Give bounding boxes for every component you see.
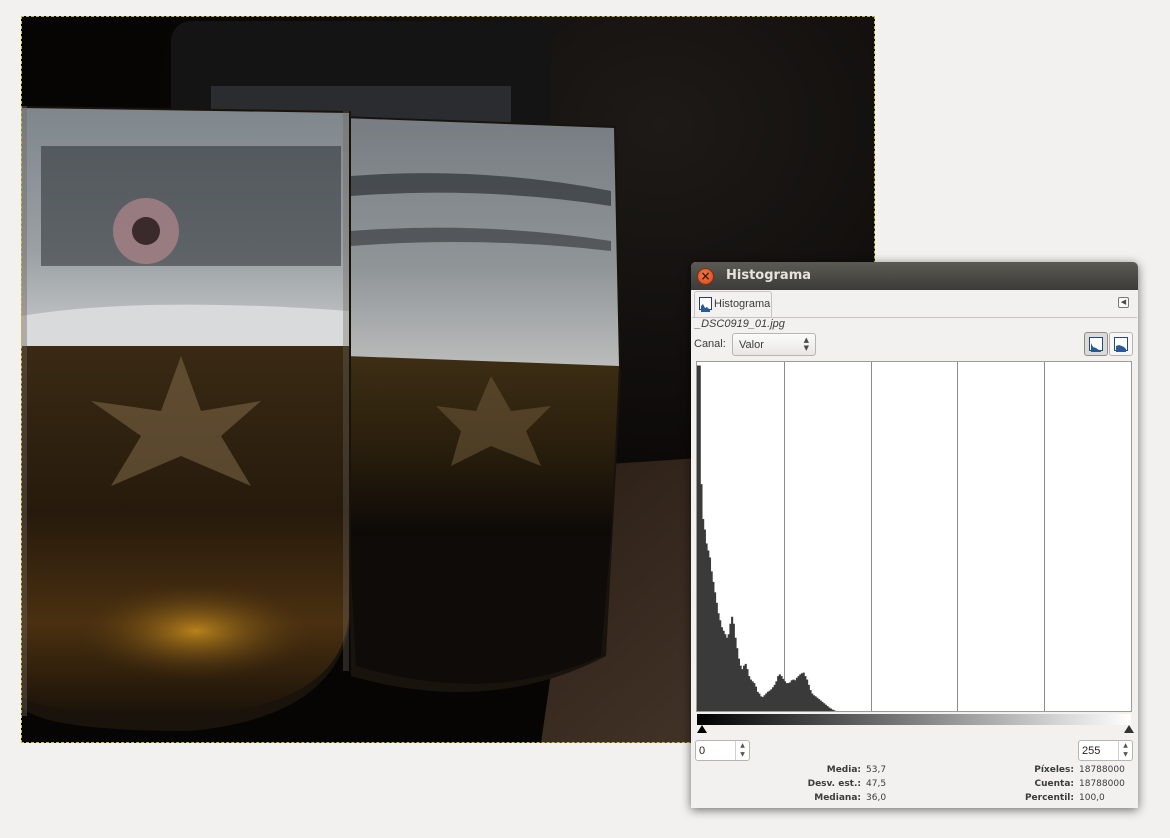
range-min-handle[interactable] <box>697 725 707 733</box>
count-label: Cuenta: <box>1034 779 1075 789</box>
stddev-value: 47,5 <box>866 779 887 789</box>
tab-label: Histograma <box>714 298 771 310</box>
channel-select[interactable]: Valor ▲ ▼ <box>732 333 816 356</box>
percentile-value: 100,0 <box>1079 793 1105 803</box>
value-gradient-bar <box>697 714 1131 725</box>
histogram-view[interactable] <box>696 361 1132 712</box>
median-value: 36,0 <box>866 793 887 803</box>
spin-arrows-icon[interactable]: ▲ ▼ <box>735 741 749 760</box>
linear-histogram-icon <box>1089 337 1103 352</box>
channel-select-value: Valor <box>739 339 764 351</box>
dialog-title: Histograma <box>726 268 812 283</box>
chevron-updown-icon: ▲ ▼ <box>803 336 809 352</box>
mean-label: Media: <box>826 765 861 775</box>
spin-arrows-icon[interactable]: ▲ ▼ <box>1118 741 1132 760</box>
histogram-icon <box>699 297 712 312</box>
log-histogram-button[interactable] <box>1109 332 1133 356</box>
count-value: 18788000 <box>1079 779 1125 789</box>
range-min-input[interactable] <box>699 743 735 758</box>
log-histogram-icon <box>1114 337 1128 352</box>
pixels-label: Píxeles: <box>1034 765 1074 775</box>
histogram-chart <box>697 362 1045 712</box>
tab-bar: Histograma ◀ <box>692 290 1137 318</box>
linear-histogram-button[interactable] <box>1084 332 1108 356</box>
median-label: Mediana: <box>814 793 861 803</box>
range-max-spinbutton[interactable]: ▲▼ <box>1078 740 1133 761</box>
histogram-dialog: × Histograma Histograma ◀ _DSC0919_01.jp… <box>691 262 1138 808</box>
range-min-spinbutton[interactable]: ▲▼ <box>695 740 750 761</box>
percentile-label: Percentil: <box>1024 793 1074 803</box>
pixels-value: 18788000 <box>1079 765 1125 775</box>
tab-histogram[interactable]: Histograma <box>694 291 772 317</box>
histogram-bar <box>833 710 836 711</box>
mean-value: 53,7 <box>866 765 887 775</box>
tab-menu-icon[interactable]: ◀ <box>1118 297 1129 308</box>
image-filename: _DSC0919_01.jpg <box>695 318 785 330</box>
stddev-label: Desv. est.: <box>807 779 861 789</box>
range-max-input[interactable] <box>1082 743 1118 758</box>
channel-label: Canal: <box>694 338 726 350</box>
dialog-titlebar[interactable]: × Histograma <box>691 262 1138 290</box>
range-max-handle[interactable] <box>1124 725 1134 733</box>
close-icon[interactable]: × <box>697 268 714 285</box>
